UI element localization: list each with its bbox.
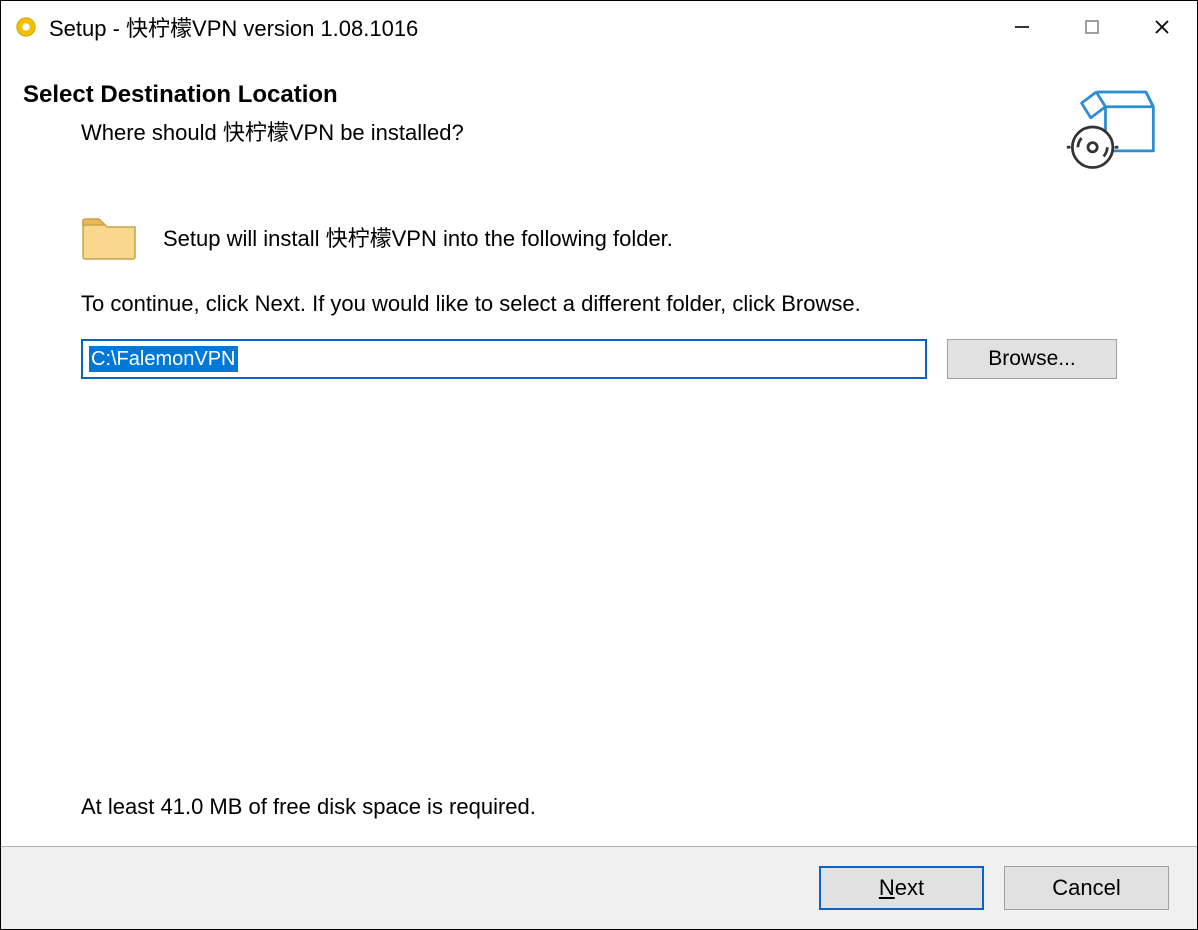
wizard-header: Select Destination Location Where should… <box>1 53 1197 183</box>
window-controls <box>987 1 1197 53</box>
wizard-content: Setup will install 快柠檬VPN into the follo… <box>1 183 1197 846</box>
setup-window: Setup - 快柠檬VPN version 1.08.1016 Select … <box>0 0 1198 930</box>
folder-icon <box>81 213 137 261</box>
minimize-button[interactable] <box>987 1 1057 53</box>
disk-space-requirement: At least 41.0 MB of free disk space is r… <box>81 794 1117 820</box>
maximize-button[interactable] <box>1057 1 1127 53</box>
destination-path-input[interactable]: C:\FalemonVPN <box>81 339 927 379</box>
intro-text: Setup will install 快柠檬VPN into the follo… <box>163 221 673 253</box>
next-mnemonic: N <box>879 875 895 900</box>
wizard-footer: Next Cancel <box>1 847 1197 929</box>
package-disc-icon <box>1065 81 1157 173</box>
page-heading: Select Destination Location <box>23 81 464 109</box>
cancel-button[interactable]: Cancel <box>1004 866 1169 910</box>
next-button[interactable]: Next <box>819 866 984 910</box>
app-icon <box>15 16 37 38</box>
instruction-text: To continue, click Next. If you would li… <box>81 291 1117 317</box>
next-label-rest: ext <box>895 875 924 900</box>
titlebar: Setup - 快柠檬VPN version 1.08.1016 <box>1 1 1197 53</box>
close-button[interactable] <box>1127 1 1197 53</box>
page-subheading: Where should 快柠檬VPN be installed? <box>81 115 464 147</box>
window-title: Setup - 快柠檬VPN version 1.08.1016 <box>49 11 987 43</box>
browse-button[interactable]: Browse... <box>947 339 1117 379</box>
destination-path-value: C:\FalemonVPN <box>89 346 238 372</box>
